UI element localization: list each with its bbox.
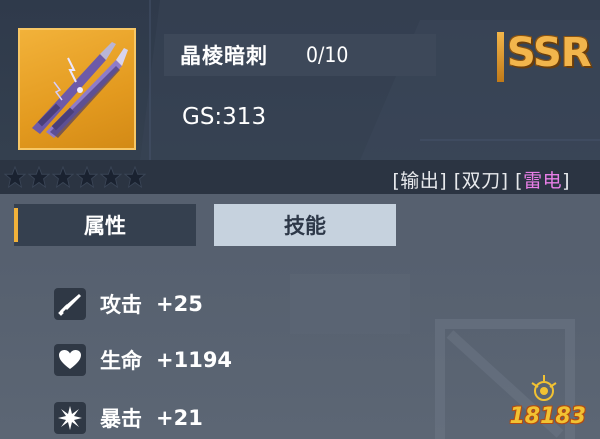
burst-icon [54,402,86,434]
item-icon-frame[interactable] [18,28,136,150]
item-level: 0/10 [306,43,349,67]
item-name-bar: 晶棱暗刺 0/10 [164,34,436,76]
stat-value: +25 [156,292,203,316]
stat-value: +1194 [156,348,233,372]
item-tags: [输出] [双刀] [雷电] [392,166,570,193]
stat-row-attack: 攻击 +25 [54,286,203,322]
tab-skills-label: 技能 [284,214,326,238]
tag-role: [输出] [392,170,448,192]
star-icon [4,166,26,188]
rarity-label: SSR [507,30,592,76]
star-icon [76,166,98,188]
watermark-logo-icon [531,375,557,401]
stats-panel: 攻击 +25 生命 +1194 暴击 +21 18183 [0,254,600,439]
star-icon [124,166,146,188]
stat-label: 攻击 [100,293,142,317]
tab-attributes[interactable]: 属性 [14,204,196,246]
rarity-accent-bar [497,32,504,82]
stat-row-hp: 生命 +1194 [54,342,232,378]
tag-weapon: [双刀] [453,170,509,192]
star-icon [100,166,122,188]
tab-attributes-label: 属性 [84,214,126,238]
active-tab-indicator [14,208,18,242]
stat-label: 暴击 [100,407,142,431]
stat-row-crit: 暴击 +21 [54,400,203,436]
tab-skills[interactable]: 技能 [214,204,396,246]
stat-label: 生命 [100,349,142,373]
item-name: 晶棱暗刺 [180,44,268,68]
site-watermark: 18183 [498,371,588,433]
twin-blade-icon [32,42,128,138]
tag-element-close: ] [562,170,570,192]
watermark-text: 18183 [509,404,586,429]
star-rating [4,166,146,188]
rarity-badge: SSR [497,30,592,84]
star-tag-row: [输出] [双刀] [雷电] [0,160,600,194]
gear-score: GS:313 [182,104,267,130]
stat-value: +21 [156,406,203,430]
star-icon [28,166,50,188]
sword-icon [54,288,86,320]
star-icon [52,166,74,188]
item-header-panel: 晶棱暗刺 0/10 GS:313 SSR [0,0,600,160]
heart-icon [54,344,86,376]
tag-element: 雷电 [523,170,563,192]
tag-element-open: [ [515,170,524,192]
tab-bar: 属性 技能 [0,194,600,254]
